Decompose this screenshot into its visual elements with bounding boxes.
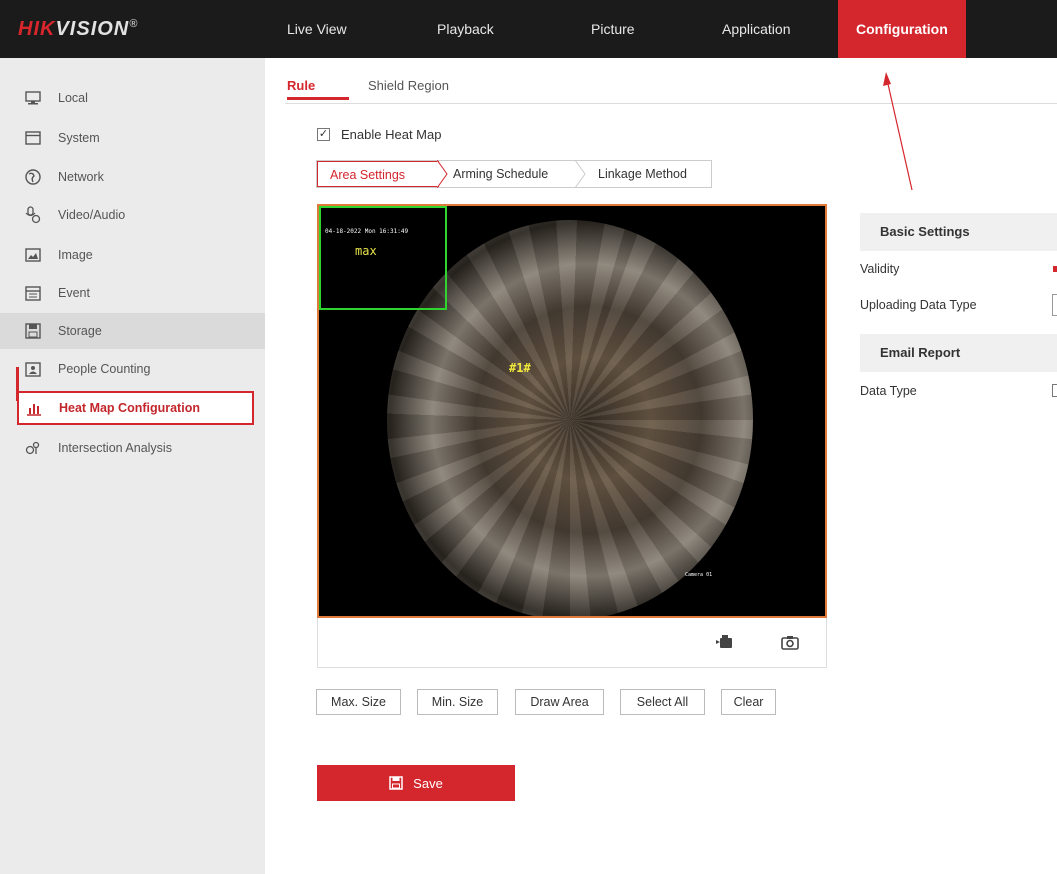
globe-icon [24,169,42,185]
sidebar-item-label: Network [58,170,104,184]
step-arming-schedule[interactable]: Arming Schedule [453,161,548,187]
nav-playback[interactable]: Playback [437,0,494,58]
max-size-label: max [355,244,377,258]
step-chevron-icon [437,160,448,188]
enable-heat-map-row: ✓ Enable Heat Map [317,127,441,142]
data-type-label: Data Type [860,384,917,398]
hikvision-logo: HIKVISION® [18,18,139,40]
live-video-preview[interactable]: 04-18-2022 Mon 16:31:49 max #1# Camera 0… [317,204,827,618]
settings-steps: Area Settings Arming Schedule Linkage Me… [316,160,712,188]
nav-live-view[interactable]: Live View [287,0,347,58]
required-marker [1053,266,1057,272]
tab-shield-region[interactable]: Shield Region [368,78,449,93]
sidebar-item-label: Storage [58,324,102,338]
max-size-button[interactable]: Max. Size [316,689,401,715]
active-tab-underline [287,97,349,100]
sidebar-item-local[interactable]: Local [24,83,254,113]
sidebar-item-heat-map-configuration[interactable]: Heat Map Configuration [17,391,254,425]
save-icon [389,776,403,790]
sidebar-item-label: Local [58,91,88,105]
save-button-label: Save [413,775,443,791]
tab-rule[interactable]: Rule [287,78,315,93]
uploading-data-type-select[interactable] [1052,294,1057,316]
people-counting-icon [24,361,42,377]
sidebar-item-people-counting[interactable]: People Counting [24,354,254,384]
sidebar-item-network[interactable]: Network [24,162,254,192]
min-size-button[interactable]: Min. Size [417,689,498,715]
audio-video-icon [24,206,42,224]
sidebar-item-system[interactable]: System [24,123,254,153]
sidebar-item-intersection-analysis[interactable]: Intersection Analysis [24,433,254,463]
step-area-settings[interactable]: Area Settings [317,161,439,187]
osd-timestamp: 04-18-2022 Mon 16:31:49 [325,228,409,235]
step-linkage-method[interactable]: Linkage Method [598,161,687,187]
enable-heat-map-label: Enable Heat Map [341,127,442,142]
nav-configuration[interactable]: Configuration [838,0,966,58]
step-chevron-icon [575,160,586,188]
sidebar-item-label: People Counting [58,362,151,376]
max-size-detection-box[interactable] [319,206,447,310]
nav-picture[interactable]: Picture [591,0,635,58]
sidebar-item-storage[interactable]: Storage [0,313,265,349]
monitor-icon [24,90,42,106]
data-type-checkbox[interactable] [1052,384,1057,397]
sidebar-item-label: Heat Map Configuration [59,401,200,415]
save-button[interactable]: Save [317,765,515,801]
clear-button[interactable]: Clear [721,689,776,715]
config-tabs: Rule Shield Region [285,60,1057,104]
sidebar-item-label: Image [58,248,93,262]
top-navigation-bar: HIKVISION® Live View Playback Picture Ap… [0,0,1057,58]
select-all-button[interactable]: Select All [620,689,705,715]
camera-name-osd: Camera 01 [685,572,713,578]
active-indicator [16,367,19,401]
area-label: #1# [509,361,531,375]
sidebar-item-label: Video/Audio [58,208,126,222]
record-icon[interactable] [714,632,734,652]
bar-chart-icon [25,400,43,416]
nav-application[interactable]: Application [722,0,791,58]
draw-area-button[interactable]: Draw Area [515,689,604,715]
image-icon [24,247,42,263]
basic-settings-header: Basic Settings [860,213,1057,251]
save-icon [24,323,42,339]
calendar-icon [24,285,42,301]
sidebar-item-image[interactable]: Image [24,240,254,270]
sidebar-item-label: Event [58,286,90,300]
email-report-header: Email Report [860,334,1057,372]
sidebar-item-label: Intersection Analysis [58,441,172,455]
sidebar-item-label: System [58,131,100,145]
video-toolbar [317,618,827,668]
validity-label: Validity [860,262,900,276]
intersection-icon [24,440,42,456]
uploading-data-type-label: Uploading Data Type [860,298,977,312]
window-icon [24,130,42,146]
enable-heat-map-checkbox[interactable]: ✓ [317,128,330,141]
sidebar-item-video-audio[interactable]: Video/Audio [24,200,254,230]
sidebar-item-event[interactable]: Event [24,278,254,308]
capture-camera-icon[interactable] [780,632,800,652]
